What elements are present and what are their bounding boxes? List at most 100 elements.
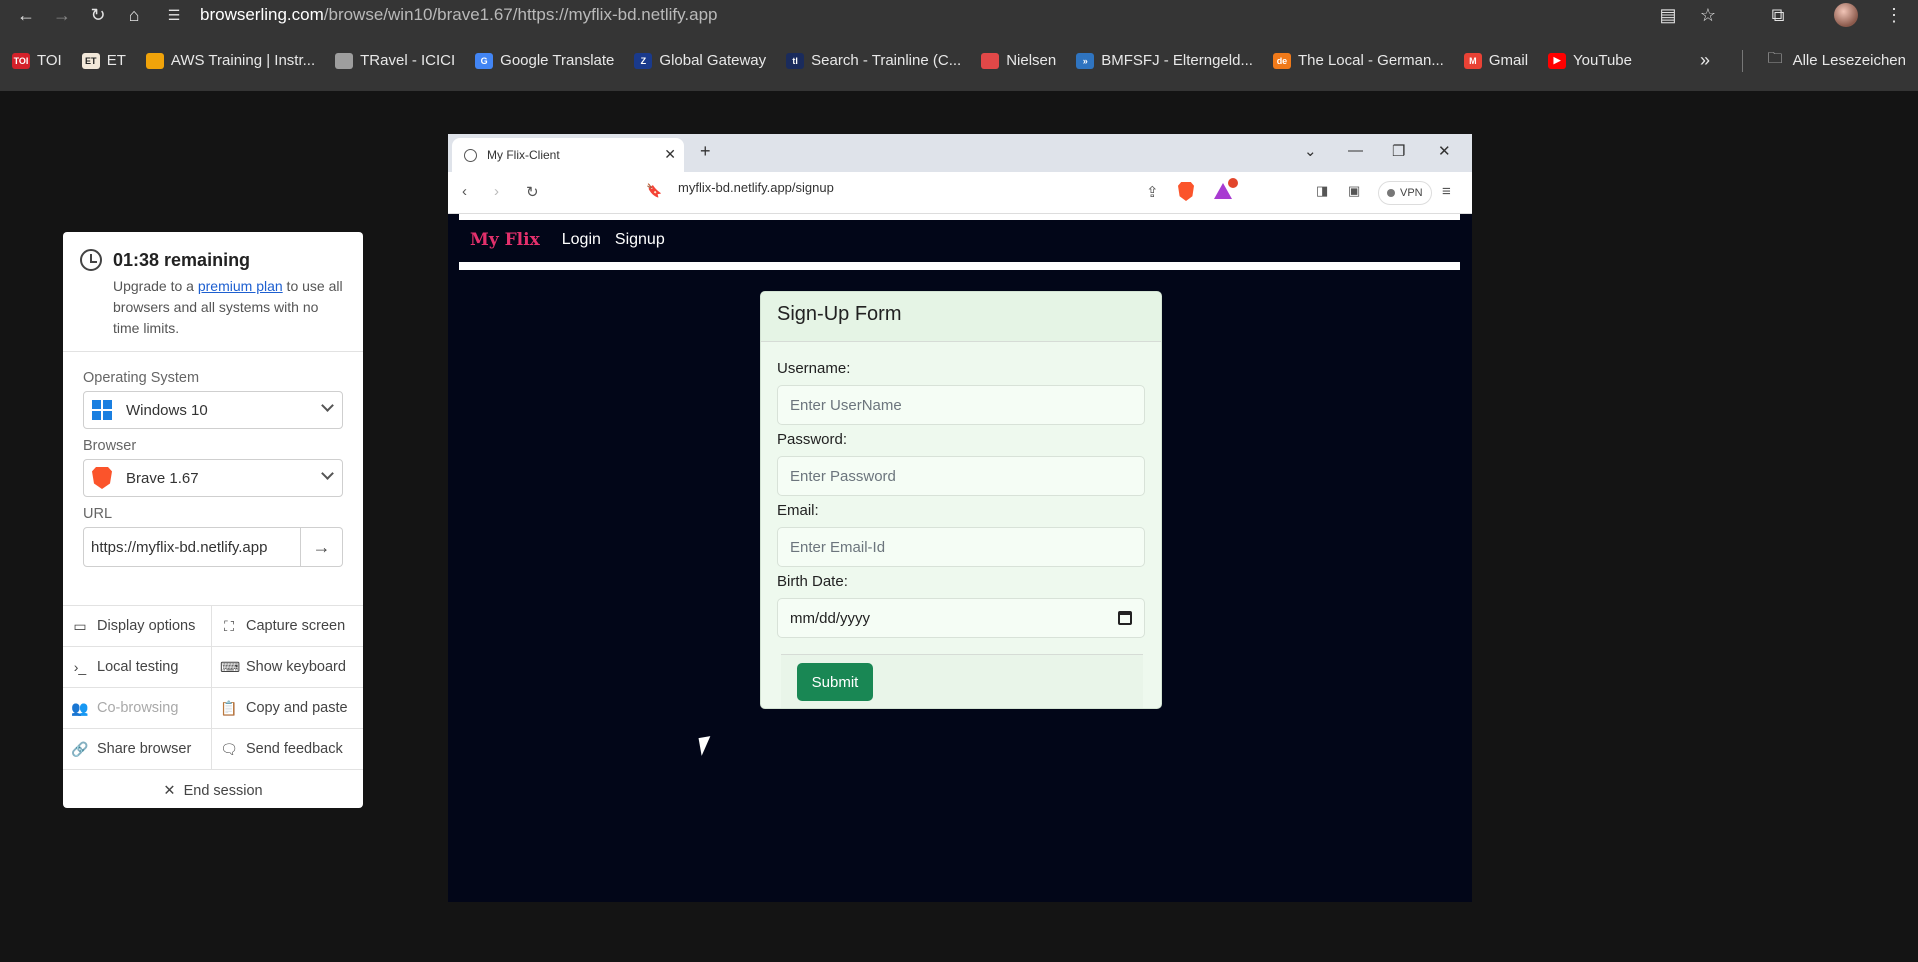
feedback-icon: 🗨 bbox=[220, 740, 238, 757]
form-body: Username: Enter UserName Password: Enter… bbox=[761, 360, 1161, 638]
os-value: Windows 10 bbox=[126, 401, 208, 419]
all-bookmarks-label: Alle Lesezeichen bbox=[1792, 52, 1906, 69]
folder-icon: 🗀 bbox=[1767, 50, 1783, 67]
bookmark-label: Nielsen bbox=[1006, 52, 1057, 69]
signup-form-card: Sign-Up Form Username: Enter UserName Pa… bbox=[760, 291, 1162, 709]
users-icon: 👥 bbox=[71, 699, 89, 716]
outer-browser-toolbar: ← → ↻ ⌂ ☰ browserling.com/browse/win10/b… bbox=[0, 0, 1918, 30]
inner-back-icon[interactable]: ‹ bbox=[462, 183, 467, 200]
site-settings-icon[interactable]: ☰ bbox=[160, 1, 188, 29]
close-icon: ✕ bbox=[163, 782, 176, 799]
brand-logo[interactable]: My Flix bbox=[470, 230, 540, 250]
timer-title: 01:38 remaining bbox=[113, 250, 251, 270]
url-row: https://myflix-bd.netlify.app → bbox=[83, 527, 343, 567]
os-select[interactable]: Windows 10 bbox=[83, 391, 343, 429]
email-input[interactable]: Enter Email-Id bbox=[777, 527, 1145, 567]
local-testing-button[interactable]: ›_ Local testing bbox=[63, 647, 212, 688]
bookmark-item[interactable]: M Gmail bbox=[1463, 52, 1528, 69]
reading-list-icon[interactable]: ▤ bbox=[1654, 1, 1682, 29]
brave-shields-icon[interactable] bbox=[1178, 182, 1194, 201]
password-input[interactable]: Enter Password bbox=[777, 456, 1145, 496]
menu-dots-icon[interactable]: ⋮ bbox=[1880, 1, 1908, 29]
bookmark-item[interactable]: AWS Training | Instr... bbox=[145, 52, 315, 69]
chevron-down-icon bbox=[321, 399, 334, 412]
all-bookmarks-button[interactable]: 🗀 Alle Lesezeichen bbox=[1768, 30, 1906, 91]
bookmark-item[interactable]: Z Global Gateway bbox=[634, 52, 766, 69]
nav-login-link[interactable]: Login bbox=[562, 231, 601, 249]
bookmark-item[interactable]: TOI TOI bbox=[12, 52, 62, 69]
nielsen-icon bbox=[981, 52, 1000, 69]
display-options-button[interactable]: ▭ Display options bbox=[63, 606, 212, 647]
bookmark-item[interactable]: » BMFSFJ - Elterngeld... bbox=[1076, 52, 1253, 69]
inner-tab-bar: My Flix-Client ✕ + ⌄ — ❐ ✕ bbox=[448, 134, 1472, 172]
rewards-badge bbox=[1228, 178, 1238, 188]
go-arrow-icon[interactable]: → bbox=[301, 527, 343, 567]
zeiss-icon: Z bbox=[634, 52, 653, 69]
end-session-button[interactable]: ✕ End session bbox=[63, 770, 363, 808]
url-label: URL bbox=[83, 506, 113, 522]
keyboard-icon: ⌨ bbox=[220, 658, 241, 675]
tab-close-icon[interactable]: ✕ bbox=[664, 146, 676, 163]
show-keyboard-button[interactable]: ⌨ Show keyboard bbox=[212, 647, 363, 688]
bookmark-item[interactable]: ▶ YouTube bbox=[1548, 52, 1632, 69]
bookmark-item[interactable]: G Google Translate bbox=[475, 52, 614, 69]
bookmark-item[interactable]: TRavel - ICICI bbox=[335, 52, 455, 69]
home-icon[interactable]: ⌂ bbox=[120, 1, 148, 29]
reload-icon[interactable]: ↻ bbox=[84, 1, 112, 29]
birth-date-input[interactable]: mm/dd/yyyy bbox=[777, 598, 1145, 638]
action-label: Show keyboard bbox=[246, 659, 346, 675]
restore-icon[interactable]: ❐ bbox=[1392, 142, 1405, 160]
outer-url-path: /browse/win10/brave1.67/https://myflix-b… bbox=[323, 5, 718, 24]
bookmark-icon[interactable]: 🔖 bbox=[646, 183, 662, 199]
copy-and-paste-button[interactable]: 📋 Copy and paste bbox=[212, 688, 363, 729]
hamburger-menu-icon[interactable]: ≡ bbox=[1442, 183, 1451, 200]
outer-toolbar-right: ▤ ☆ ⧉ ⋮ bbox=[1654, 0, 1918, 30]
username-input[interactable]: Enter UserName bbox=[777, 385, 1145, 425]
browser-select[interactable]: Brave 1.67 bbox=[83, 459, 343, 497]
extensions-icon[interactable]: ⧉ bbox=[1764, 1, 1792, 29]
bookmark-item[interactable]: ET ET bbox=[81, 52, 126, 69]
forward-icon[interactable]: → bbox=[48, 1, 76, 29]
share-icon[interactable]: ⇪ bbox=[1146, 183, 1159, 201]
profile-avatar[interactable] bbox=[1834, 3, 1858, 27]
inner-address-bar[interactable]: myflix-bd.netlify.app/signup bbox=[678, 180, 834, 195]
bookmarks-bar: TOI TOI ET ET AWS Training | Instr... TRavel … bbox=[0, 30, 1918, 91]
et-icon: ET bbox=[81, 52, 100, 69]
sidebar-icon[interactable]: ◨ bbox=[1316, 183, 1328, 199]
bookmark-label: TOI bbox=[37, 52, 62, 69]
more-bookmarks-icon[interactable]: » bbox=[1700, 30, 1710, 91]
birth-date-label: Birth Date: bbox=[777, 573, 848, 590]
submit-button[interactable]: Submit bbox=[797, 663, 873, 701]
inner-reload-icon[interactable]: ↻ bbox=[526, 183, 539, 201]
url-input[interactable]: https://myflix-bd.netlify.app bbox=[83, 527, 301, 567]
inner-tab[interactable]: My Flix-Client ✕ bbox=[452, 138, 684, 172]
inner-toolbar: ‹ › ↻ 🔖 myflix-bd.netlify.app/signup ⇪ ◨… bbox=[448, 172, 1472, 214]
bookmark-item[interactable]: Nielsen bbox=[981, 52, 1056, 69]
terminal-icon: ›_ bbox=[73, 659, 87, 675]
app-navbar: My Flix Login Signup bbox=[459, 220, 1460, 260]
premium-plan-link[interactable]: premium plan bbox=[198, 278, 283, 294]
tab-search-icon[interactable]: ⌄ bbox=[1304, 142, 1317, 160]
bookmark-item[interactable]: tl Search - Trainline (C... bbox=[786, 52, 961, 69]
window-close-icon[interactable]: ✕ bbox=[1438, 142, 1451, 160]
inner-forward-icon[interactable]: › bbox=[494, 183, 499, 200]
wallet-icon[interactable]: ▣ bbox=[1348, 183, 1360, 199]
send-feedback-button[interactable]: 🗨 Send feedback bbox=[212, 729, 363, 770]
new-tab-icon[interactable]: + bbox=[700, 141, 711, 162]
calendar-icon[interactable] bbox=[1118, 611, 1132, 625]
outer-address-bar[interactable]: browserling.com/browse/win10/brave1.67/h… bbox=[200, 3, 717, 27]
share-browser-button[interactable]: 🔗 Share browser bbox=[63, 729, 212, 770]
back-icon[interactable]: ← bbox=[12, 1, 40, 29]
youtube-icon: ▶ bbox=[1548, 52, 1567, 69]
nav-signup-link[interactable]: Signup bbox=[615, 231, 665, 249]
minimize-icon[interactable]: — bbox=[1348, 142, 1363, 159]
bookmark-label: ET bbox=[106, 52, 126, 69]
vpn-button[interactable]: VPN bbox=[1378, 181, 1432, 205]
action-label: Copy and paste bbox=[246, 700, 348, 716]
vpn-status-icon bbox=[1387, 189, 1395, 197]
session-settings: Operating System Windows 10 Browser Brav… bbox=[63, 352, 363, 606]
co-browsing-button[interactable]: 👥 Co-browsing bbox=[63, 688, 212, 729]
bookmark-star-icon[interactable]: ☆ bbox=[1694, 1, 1722, 29]
bookmark-item[interactable]: de The Local - German... bbox=[1272, 52, 1444, 69]
capture-screen-button[interactable]: ⛶ Capture screen bbox=[212, 606, 363, 647]
